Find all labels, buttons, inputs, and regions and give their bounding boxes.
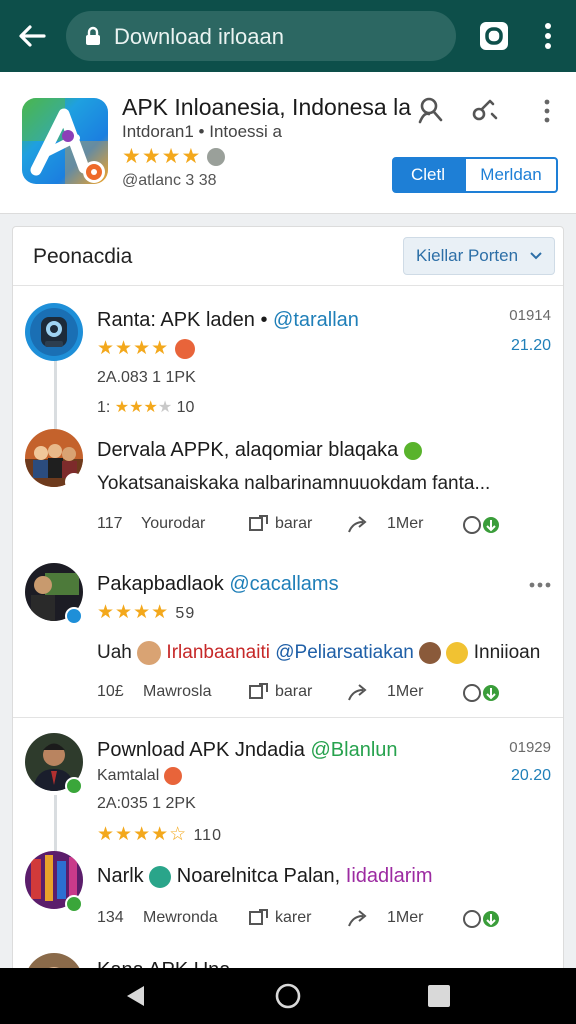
- globe-icon: [149, 865, 172, 888]
- reply-count: 134: [97, 909, 124, 926]
- app-header: APK Inloanesia, Indonesa la Intdoran1 • …: [0, 72, 576, 214]
- app-rating-stars: ★★★★: [122, 144, 226, 169]
- app-developer: Intdoran1 • Intoessi a: [122, 122, 282, 141]
- review-text: Yokatsanaiskaka nalbarinamnuuokdam fanta…: [97, 473, 491, 494]
- review-rating-line: 1: ★★★★ 10: [97, 399, 195, 416]
- app-menu-icon[interactable]: [540, 98, 554, 124]
- vote-icon: [463, 684, 499, 702]
- reply-button[interactable]: Mewronda: [143, 905, 218, 931]
- verified-icon: [403, 441, 422, 460]
- review-date: 21.20: [510, 337, 551, 354]
- tab-switcher-icon[interactable]: [478, 20, 510, 52]
- review-meta: 2A.083 1 1PK: [97, 369, 196, 386]
- nav-back-icon[interactable]: [124, 984, 146, 1008]
- review-date: 20.20: [510, 767, 551, 784]
- list-item[interactable]: Dervala APPK, alaqomiar blaqaka Yokatsan…: [13, 427, 563, 547]
- address-bar[interactable]: Download irloaan: [66, 11, 456, 61]
- rating-info-icon: [207, 148, 226, 167]
- share-arrow-icon: [348, 910, 367, 927]
- badge-icon: [175, 338, 196, 359]
- nav-recents-icon[interactable]: [428, 985, 450, 1007]
- review-author[interactable]: Ranta: APK laden • @tarallan: [97, 309, 359, 332]
- overflow-menu-icon[interactable]: [538, 22, 558, 50]
- verified-badge-icon: [65, 607, 83, 625]
- system-nav-bar: [0, 968, 576, 1024]
- review-author[interactable]: Pownload APK Jndadia @Blanlun: [97, 739, 398, 762]
- emoji-avatar-icon: [137, 641, 162, 665]
- list-item[interactable]: Ranta: APK laden • @tarallan 01914 21.20…: [13, 299, 563, 439]
- review-actions: 117 Yourodar barar 1Mer: [97, 511, 537, 537]
- share-arrow-icon: [348, 516, 367, 533]
- comment-icon: [249, 909, 268, 925]
- item-divider: [13, 717, 563, 718]
- review-subtitle: Kamtalal: [97, 767, 182, 785]
- secondary-action-button[interactable]: Merldan: [464, 157, 558, 193]
- sort-dropdown[interactable]: Kiellar Porten: [403, 237, 555, 275]
- app-meta: @atlanc 3 38: [122, 172, 217, 189]
- list-item[interactable]: Pownload APK Jndadia @Blanlun 01929 20.2…: [13, 731, 563, 851]
- review-actions: 10£ Mawrosla barar 1Mer: [97, 679, 537, 705]
- reply-button[interactable]: Mawrosla: [143, 679, 211, 705]
- review-stars: ★★★★ 59: [97, 602, 196, 623]
- more-options-icon[interactable]: [529, 581, 551, 589]
- section-title: Peonacdia: [33, 245, 133, 268]
- browser-toolbar: Download irloaan: [0, 0, 576, 72]
- app-logo[interactable]: [22, 98, 108, 184]
- primary-action-button[interactable]: Cletl: [392, 157, 464, 193]
- comment-icon: [249, 515, 268, 531]
- app-logo-icon: [22, 98, 108, 184]
- badge-icon: [163, 767, 182, 785]
- review-author[interactable]: Pakapbadlaok @cacallams: [97, 573, 339, 596]
- emoji-icon: [446, 642, 469, 664]
- list-item[interactable]: Pakapbadlaok @cacallams ★★★★ 59 Uah Irla…: [13, 561, 563, 711]
- reply-count: 117: [97, 515, 123, 532]
- verified-badge-icon: [65, 895, 83, 913]
- review-text: Uah Irlanbaanaiti @Peliarsatiakan Inniio…: [97, 641, 541, 665]
- emoji-avatar-icon: [419, 642, 442, 664]
- review-id: 01914: [509, 307, 551, 324]
- reviews-card: Peonacdia Kiellar Porten Ranta: APK lade…: [12, 226, 564, 986]
- review-meta: 2A:035 1 2PK: [97, 795, 196, 812]
- user-avatar-icon: [25, 303, 83, 361]
- sort-label: Kiellar Porten: [416, 246, 519, 265]
- vote-icon: [463, 910, 499, 928]
- vote-icon: [463, 516, 499, 534]
- back-arrow-icon[interactable]: [14, 18, 50, 54]
- review-actions: 134 Mewronda karer 1Mer: [97, 905, 537, 931]
- share-icon[interactable]: [470, 96, 498, 124]
- dropdown-chevron-icon: [530, 252, 542, 260]
- verified-badge-icon: [65, 777, 83, 795]
- review-author[interactable]: Narlk Noarelnitca Palan, Iidadlarim: [97, 865, 433, 888]
- reply-button[interactable]: Yourodar: [141, 511, 205, 537]
- comment-icon: [249, 683, 268, 699]
- url-text: Download irloaan: [114, 24, 284, 49]
- avatar[interactable]: [25, 303, 83, 361]
- share-arrow-icon: [348, 684, 367, 701]
- nav-home-icon[interactable]: [274, 982, 302, 1010]
- verified-badge-icon: [65, 473, 83, 491]
- lock-icon: [86, 26, 100, 45]
- review-stars: ★★★★: [97, 337, 196, 360]
- header-divider: [13, 285, 563, 286]
- review-stars: ★★★★☆ 110: [97, 824, 222, 845]
- reply-count: 10£: [97, 683, 124, 700]
- app-name: APK Inloanesia, Indonesa la: [122, 94, 411, 120]
- search-user-icon[interactable]: [416, 96, 444, 124]
- list-item[interactable]: Narlk Noarelnitca Palan, Iidadlarim 134 …: [13, 849, 563, 959]
- review-author[interactable]: Dervala APPK, alaqomiar blaqaka: [97, 439, 422, 462]
- review-id: 01929: [509, 739, 551, 756]
